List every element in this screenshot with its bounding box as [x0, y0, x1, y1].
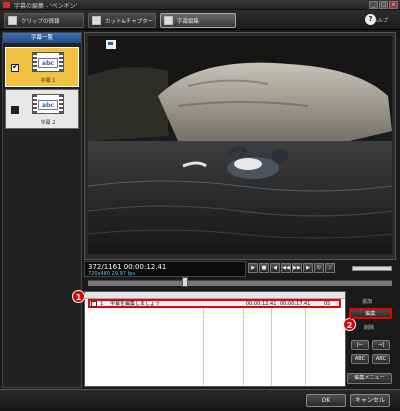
column-divider — [305, 299, 306, 386]
subtitle-card-label: 字幕 1 — [40, 78, 56, 84]
subtitle-card-1[interactable]: abc 字幕 1 — [5, 47, 79, 87]
row-end: 00:00:17.41 — [280, 301, 311, 307]
tab-subtitle-edit[interactable]: 字幕編集 — [160, 13, 236, 28]
edit-menu-button[interactable]: 編集メニュー — [347, 373, 392, 384]
thumb-text: abc — [38, 100, 58, 110]
callout-badge-2: 2 — [343, 318, 356, 331]
set-start-icon[interactable]: [← — [351, 340, 369, 350]
stop-icon[interactable]: ■ — [259, 263, 269, 273]
edit-button[interactable]: 編集 — [349, 308, 392, 319]
row-checkbox[interactable] — [91, 299, 97, 307]
help-label[interactable]: ヘルプ — [373, 17, 388, 24]
callout-badge-1: 1 — [72, 290, 85, 303]
set-end-icon[interactable]: →] — [372, 340, 390, 350]
minimize-icon[interactable]: _ — [369, 1, 378, 9]
fps-readout: 720x480 29.97 fps — [88, 271, 136, 277]
time-display: 372/1161 00:00:12.41 720x480 29.97 fps — [84, 261, 246, 277]
table-row[interactable]: 1 字幕を編集しましょう 00:00:12.41 00:00:17.41 05 — [88, 299, 341, 308]
document-icon — [8, 16, 17, 25]
abc-left-label: ABC — [354, 356, 366, 362]
seek-bar[interactable] — [88, 280, 392, 286]
thumb-text: abc — [38, 58, 58, 68]
row-text: 字幕を編集しましょう — [110, 301, 161, 307]
window-titlebar: 字幕の編集 - 'ペンギン' _ □ × — [0, 0, 400, 10]
loop-icon[interactable]: ↻ — [314, 263, 324, 273]
volume-icon[interactable]: ♪ — [325, 263, 335, 273]
play-icon[interactable]: ▶ — [248, 263, 258, 273]
tab-cut-chapter-label: カット&チャプター — [105, 18, 154, 25]
fast-forward-icon[interactable]: ▶▶ — [292, 263, 302, 273]
abc-left-button[interactable]: ABC — [351, 354, 369, 364]
video-preview — [88, 36, 392, 254]
prev-frame-icon[interactable]: ◀ — [270, 263, 280, 273]
abc-right-button[interactable]: ABC — [372, 354, 390, 364]
timecode: 00:00:12.41 — [123, 263, 167, 271]
row-duration: 05 — [324, 301, 331, 307]
marker-flag-icon[interactable] — [106, 40, 116, 49]
row-index: 1 — [100, 301, 104, 307]
volume-slider[interactable] — [352, 266, 392, 271]
row-start: 00:00:12.41 — [246, 301, 277, 307]
subtitle-thumb-icon: abc — [32, 52, 64, 72]
column-divider — [271, 299, 272, 386]
close-icon[interactable]: × — [389, 1, 398, 9]
tab-subtitle-edit-label: 字幕編集 — [177, 18, 200, 25]
frame-counter: 372/1161 — [88, 263, 122, 271]
delete-label[interactable]: 削除 — [364, 324, 374, 331]
tab-cut-chapter[interactable]: カット&チャプター — [88, 13, 156, 28]
video-image — [88, 36, 392, 254]
column-divider — [243, 299, 244, 386]
app-icon — [3, 2, 10, 8]
tab-clip-info[interactable]: クリップの情報 — [4, 13, 84, 28]
subtitle-list-panel: 字幕一覧 abc 字幕 1 abc 字幕 2 — [2, 32, 82, 388]
subtitle-card-2[interactable]: abc 字幕 2 — [5, 89, 79, 129]
next-frame-icon[interactable]: ▶ — [303, 263, 313, 273]
window-title: 字幕の編集 - 'ペンギン' — [14, 3, 78, 10]
abc-right-label: ABC — [375, 356, 387, 362]
window-controls: _ □ × — [369, 1, 398, 9]
panel-title: 字幕一覧 — [3, 33, 81, 43]
ok-button[interactable]: OK — [306, 394, 346, 407]
subtitle-1-checkbox[interactable] — [11, 62, 19, 72]
maximize-icon[interactable]: □ — [379, 1, 388, 9]
seek-knob[interactable] — [182, 277, 189, 287]
add-label[interactable]: 追加 — [362, 298, 372, 305]
column-divider — [203, 299, 204, 386]
table-header — [85, 292, 345, 299]
rewind-icon[interactable]: ◀◀ — [281, 263, 291, 273]
cancel-button[interactable]: キャンセル — [350, 394, 390, 407]
tab-clip-info-label: クリップの情報 — [21, 18, 60, 25]
dialog-footer: OK キャンセル — [0, 389, 400, 411]
edit-pen-icon — [164, 16, 173, 25]
subtitle-thumb-icon: abc — [32, 94, 64, 114]
timecode-readout: 372/1161 00:00:12.41 — [88, 263, 166, 271]
transport-controls: ▶ ■ ◀ ◀◀ ▶▶ ▶ ↻ ♪ — [248, 263, 335, 275]
toolbar: クリップの情報 カット&チャプター 字幕編集 ? ヘルプ — [0, 10, 400, 30]
subtitle-card-label: 字幕 2 — [40, 120, 56, 126]
subtitle-2-checkbox[interactable] — [11, 106, 19, 114]
film-cut-icon — [92, 16, 101, 25]
